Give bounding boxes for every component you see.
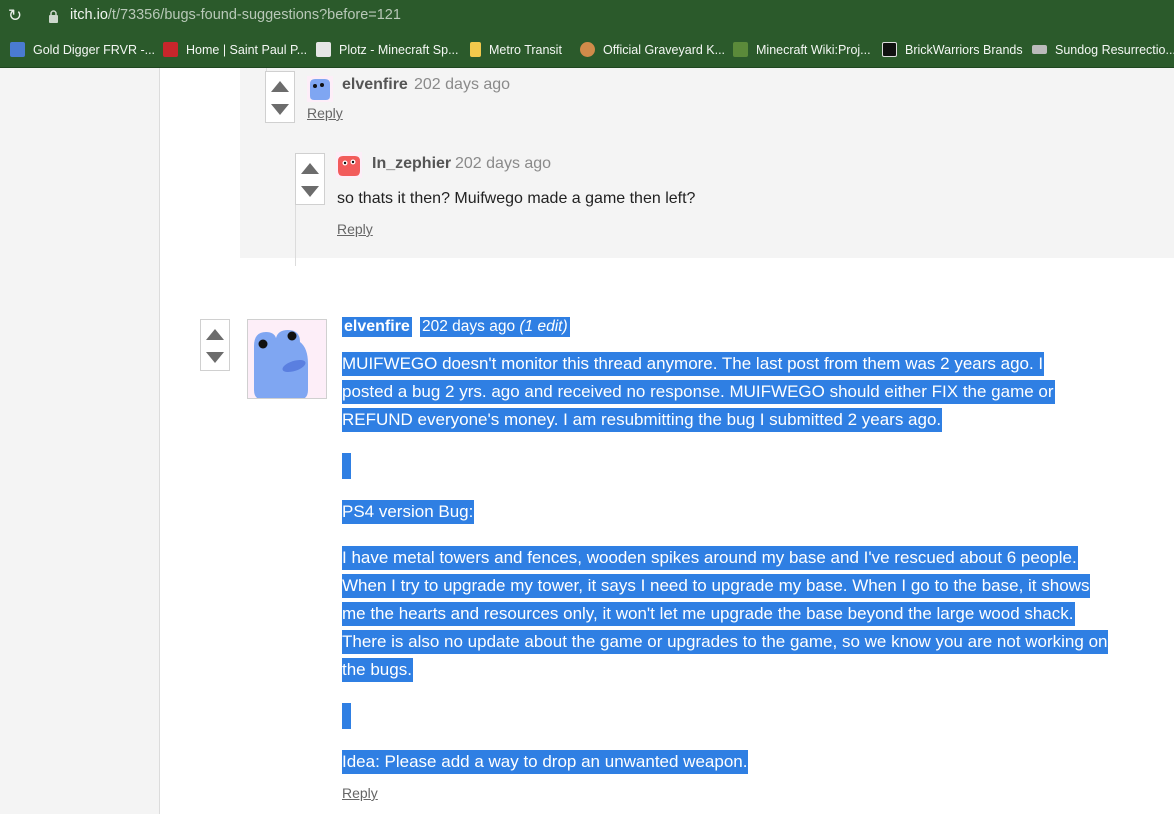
page-content: elvenfire 202 days ago Reply In_zephier … [0,68,1174,814]
comment-author[interactable]: elvenfire [342,76,408,94]
avatar[interactable] [247,319,327,399]
comment-text-line: There is also no update about the game o… [342,628,1109,656]
reply-link[interactable]: Reply [307,105,343,121]
comment-time[interactable]: 202 days ago [414,76,510,94]
downvote-button[interactable] [271,104,289,115]
comment-author[interactable]: elvenfire [342,317,412,337]
comment-text-line: When I try to upgrade my tower, it says … [342,572,1091,600]
avatar [336,152,362,178]
bookmark-favicon [580,42,595,57]
bookmark-favicon [1032,45,1047,54]
comment-text-line: MUIFWEGO doesn't monitor this thread any… [342,350,1045,378]
bookmark-saint-paul[interactable]: Home | Saint Paul P... [163,41,307,59]
bookmarks-bar: Gold Digger FRVR -... Home | Saint Paul … [0,33,1174,68]
bookmark-favicon [316,42,331,57]
comment-text-line: me the hearts and resources only, it won… [342,600,1075,628]
bookmark-metro-transit[interactable]: Metro Transit [470,41,562,59]
lock-icon [49,10,58,23]
edit-note: (1 edit) [519,318,568,335]
bookmark-favicon [733,42,748,57]
comment-author[interactable]: In_zephier [372,155,451,173]
vote-buttons [265,71,295,123]
bookmark-sundog[interactable]: Sundog Resurrectio... [1032,41,1174,59]
comment-text-line: posted a bug 2 yrs. ago and received no … [342,378,1055,406]
comment-time[interactable]: 202 days ago (1 edit) [420,317,570,337]
comment-text-line: I have metal towers and fences, wooden s… [342,544,1078,572]
vote-buttons [295,153,325,205]
frog-avatar-icon [254,330,308,398]
bookmark-brickwarriors[interactable]: BrickWarriors Brands [882,41,1023,59]
address-bar[interactable]: ↻ itch.io/t/73356/bugs-found-suggestions… [0,0,1174,33]
left-gutter [0,68,160,814]
bookmark-favicon [882,42,897,57]
upvote-button[interactable] [301,163,319,174]
url-text[interactable]: itch.io/t/73356/bugs-found-suggestions?b… [70,7,401,23]
selection-marker [342,453,351,479]
vote-buttons [200,319,230,371]
comment-body: so thats it then? Muifwego made a game t… [337,190,696,207]
avatar [307,76,333,102]
bookmark-favicon [163,42,178,57]
upvote-button[interactable] [206,329,224,340]
selection-marker [342,703,351,729]
downvote-button[interactable] [301,186,319,197]
bookmark-graveyard[interactable]: Official Graveyard K... [580,41,725,59]
bookmark-minecraft-wiki[interactable]: Minecraft Wiki:Proj... [733,41,871,59]
reply-link[interactable]: Reply [342,785,378,801]
comment-text-line: Idea: Please add a way to drop an unwant… [342,748,749,776]
bookmark-favicon [10,42,25,57]
comment-text-line: REFUND everyone's money. I am resubmitti… [342,406,943,434]
reply-link[interactable]: Reply [337,221,373,237]
bookmark-gold-digger[interactable]: Gold Digger FRVR -... [10,41,155,59]
comment-heading: PS4 version Bug: [342,498,475,526]
bookmark-favicon [470,42,481,57]
bookmark-plotz[interactable]: Plotz - Minecraft Sp... [316,41,458,59]
comment-text-line: the bugs. [342,656,413,684]
downvote-button[interactable] [206,352,224,363]
comment-time[interactable]: 202 days ago [455,155,551,173]
reload-icon[interactable]: ↻ [6,7,24,25]
upvote-button[interactable] [271,81,289,92]
